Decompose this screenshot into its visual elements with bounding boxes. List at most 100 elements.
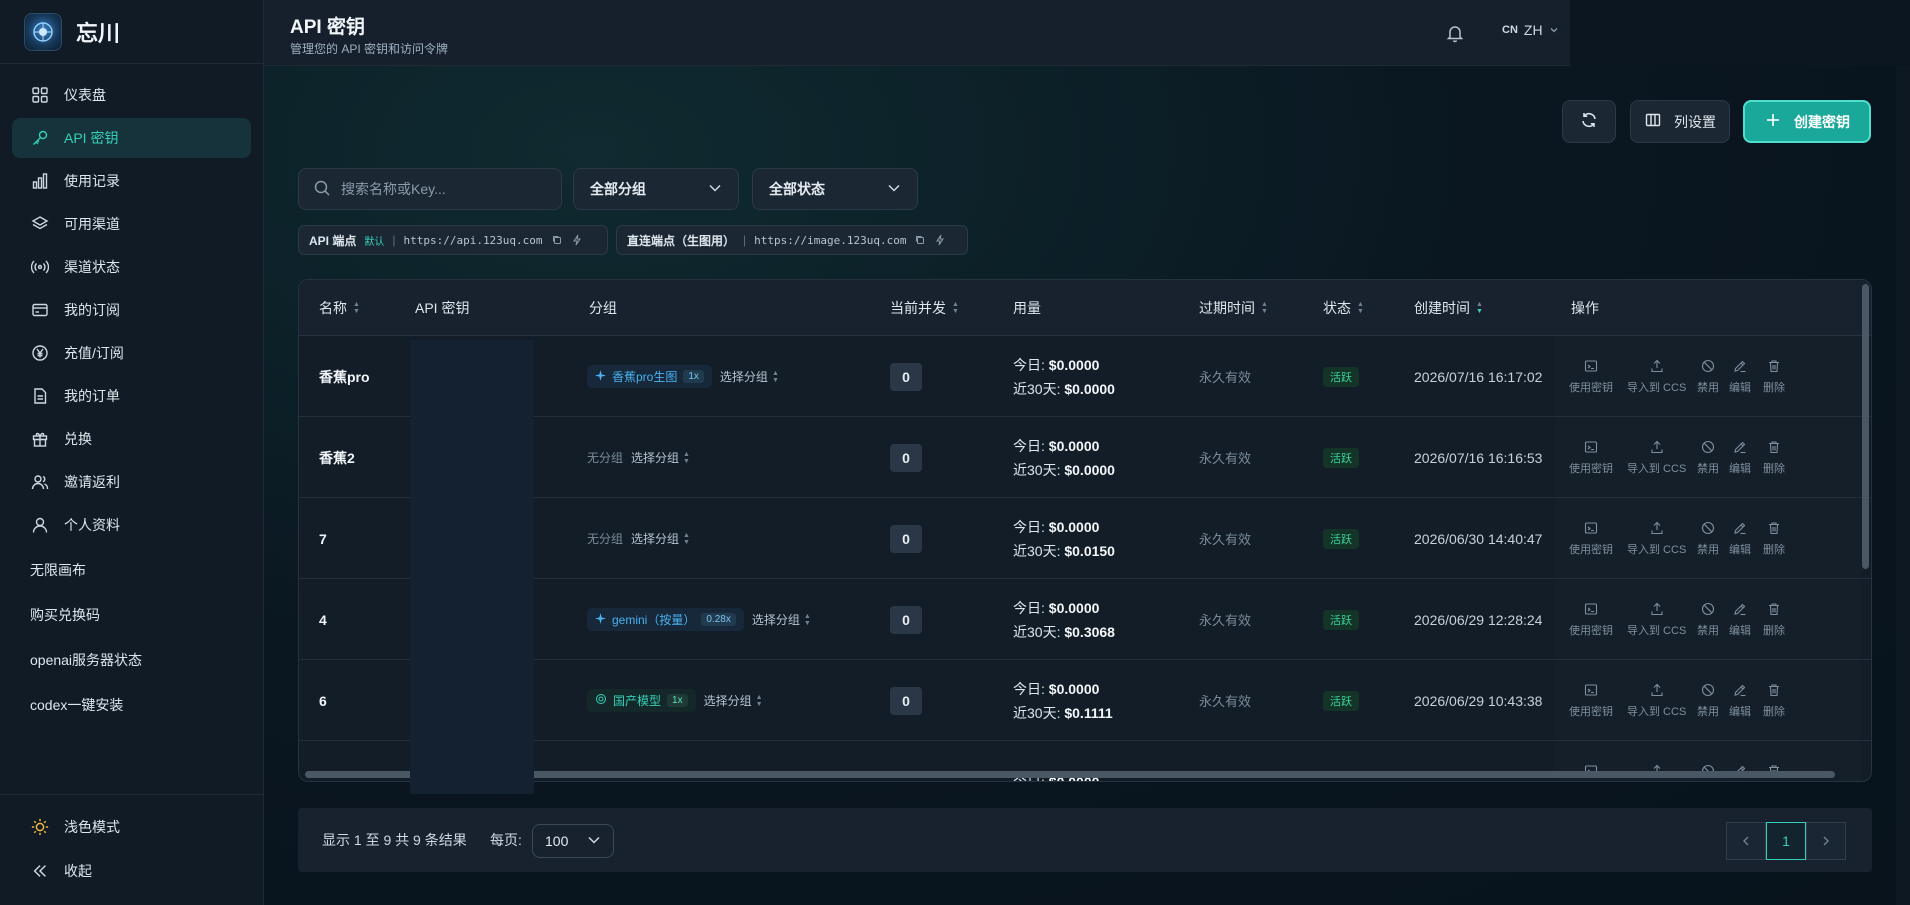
choose-group-button[interactable]: 选择分组 ▲ ▼ (752, 611, 811, 628)
sidebar-item-7[interactable]: 我的订单 (12, 376, 251, 416)
sidebar-item-10[interactable]: 个人资料 (12, 505, 251, 545)
delete-button[interactable]: 删除 (1763, 579, 1785, 660)
column-settings-button[interactable]: 列设置 (1630, 100, 1730, 143)
sidebar-item-9[interactable]: 邀请返利 (12, 462, 251, 502)
yen-icon (30, 343, 50, 363)
header-expires[interactable]: 过期时间 ▲ ▼ (1199, 280, 1268, 336)
use-key-button[interactable]: 使用密钥 (1569, 498, 1613, 579)
trash-icon (1767, 440, 1781, 457)
theme-toggle[interactable]: 浅色模式 (12, 807, 252, 847)
header-group-label: 分组 (589, 300, 617, 316)
edit-button[interactable]: 编辑 (1729, 336, 1751, 417)
bolt-icon[interactable] (934, 234, 946, 246)
sidebar-item-5[interactable]: 我的订阅 (12, 290, 251, 330)
header-concurrency[interactable]: 当前并发 ▲ ▼ (890, 280, 959, 336)
use-key-button[interactable]: 使用密钥 (1569, 579, 1613, 660)
key-group: 无分组 选择分组 ▲ ▼ (587, 417, 690, 498)
choose-group-button[interactable]: 选择分组 ▲ ▼ (720, 368, 779, 385)
status-filter-select[interactable]: 全部状态 (752, 168, 918, 210)
table-row: 香蕉2 无分组 选择分组 ▲ ▼ 0 今日: $0.0000 近30天: $0.00… (299, 417, 1871, 498)
sort-icon: ▲ ▼ (353, 301, 360, 315)
status-badge: 活跃 (1323, 609, 1359, 630)
header-actions: 操作 (1571, 280, 1599, 336)
choose-group-button[interactable]: 选择分组 ▲ ▼ (631, 449, 690, 466)
sidebar-link-0[interactable]: 无限画布 (12, 550, 251, 590)
import-ccs-button[interactable]: 导入到 CCS (1627, 417, 1686, 498)
delete-button[interactable]: 删除 (1763, 660, 1785, 741)
import-ccs-button[interactable]: 导入到 CCS (1627, 336, 1686, 417)
sidebar-item-3[interactable]: 可用渠道 (12, 204, 251, 244)
disable-button[interactable]: 禁用 (1697, 579, 1719, 660)
use-key-button[interactable]: 使用密钥 (1569, 417, 1613, 498)
chevron-right-icon (1823, 836, 1829, 846)
page-button-current[interactable]: 1 (1766, 822, 1806, 860)
sparkle-icon (595, 369, 606, 384)
header-usage: 用量 (1013, 280, 1041, 336)
header-name[interactable]: 名称 ▲ ▼ (319, 280, 360, 336)
disable-button[interactable]: 禁用 (1697, 336, 1719, 417)
use-key-button[interactable]: 使用密钥 (1569, 336, 1613, 417)
language-switcher[interactable]: CN ZH (1502, 22, 1559, 38)
concurrency-badge: 0 (890, 362, 922, 391)
edit-button[interactable]: 编辑 (1729, 660, 1751, 741)
copy-icon[interactable] (551, 234, 563, 246)
usage-30d: 近30天: $0.0150 (1013, 542, 1115, 559)
openai-icon (595, 693, 607, 708)
chevron-down-icon (1549, 22, 1559, 38)
prev-page-button[interactable] (1726, 822, 1766, 860)
disable-button[interactable]: 禁用 (1697, 498, 1719, 579)
key-group: 香蕉pro生图 1x 选择分组 ▲ ▼ (587, 336, 779, 417)
sidebar-item-1[interactable]: API 密钥 (12, 118, 251, 158)
import-ccs-button[interactable]: 导入到 CCS (1627, 660, 1686, 741)
vertical-scrollbar[interactable] (1862, 284, 1869, 569)
copy-icon[interactable] (914, 234, 926, 246)
delete-button[interactable]: 删除 (1763, 336, 1785, 417)
concurrency-badge: 0 (890, 686, 922, 715)
header-status[interactable]: 状态 ▲ ▼ (1323, 280, 1364, 336)
sidebar-item-2[interactable]: 使用记录 (12, 161, 251, 201)
sidebar: 忘川 仪表盘 API 密钥 使用记录 可用渠道 渠道状态 我的订阅 充值/订阅 我的订单 兑换邀… (0, 0, 264, 905)
sidebar-item-8[interactable]: 兑换 (12, 419, 251, 459)
group-filter-select[interactable]: 全部分组 (573, 168, 739, 210)
horizontal-scrollbar[interactable] (305, 771, 1835, 778)
sidebar-item-4[interactable]: 渠道状态 (12, 247, 251, 287)
import-ccs-button[interactable]: 导入到 CCS (1627, 579, 1686, 660)
edit-button[interactable]: 编辑 (1729, 579, 1751, 660)
disable-button[interactable]: 禁用 (1697, 660, 1719, 741)
ban-icon (1701, 521, 1715, 538)
header-created[interactable]: 创建时间 ▲ ▼ (1414, 280, 1483, 336)
refresh-button[interactable] (1562, 100, 1616, 143)
search-input[interactable]: 搜索名称或Key... (298, 168, 562, 210)
group-multiplier: 0.28x (701, 613, 736, 626)
import-ccs-button[interactable]: 导入到 CCS (1627, 498, 1686, 579)
bolt-icon[interactable] (571, 234, 583, 246)
edit-button[interactable]: 编辑 (1729, 498, 1751, 579)
delete-button[interactable]: 删除 (1763, 417, 1785, 498)
action-label: 导入到 CCS (1627, 624, 1687, 637)
key-name: 6 (319, 692, 327, 709)
collapse-button[interactable]: 收起 (12, 851, 252, 891)
sidebar-item-label: 我的订单 (64, 388, 120, 404)
header-key-label: API 密钥 (415, 300, 470, 316)
sidebar-item-0[interactable]: 仪表盘 (12, 75, 251, 115)
delete-button[interactable]: 删除 (1763, 498, 1785, 579)
sidebar-item-label: 兑换 (64, 431, 92, 447)
edit-button[interactable]: 编辑 (1729, 417, 1751, 498)
pencil-icon (1733, 440, 1747, 457)
sidebar-link-3[interactable]: codex一键安装 (12, 685, 251, 725)
next-page-button[interactable] (1806, 822, 1846, 860)
disable-button[interactable]: 禁用 (1697, 417, 1719, 498)
per-page-select[interactable]: 100 (532, 824, 614, 858)
terminal-icon (1584, 359, 1598, 376)
create-key-button[interactable]: 创建密钥 (1743, 100, 1871, 143)
bell-icon[interactable] (1444, 22, 1466, 44)
sidebar-item-6[interactable]: 充值/订阅 (12, 333, 251, 373)
use-key-button[interactable]: 使用密钥 (1569, 660, 1613, 741)
upload-icon (1650, 359, 1664, 376)
choose-group-button[interactable]: 选择分组 ▲ ▼ (704, 692, 763, 709)
table-row: 6 国产模型 1x 选择分组 ▲ ▼ 0 今日: $0.0000 近30天: $0.1… (299, 660, 1871, 741)
choose-group-button[interactable]: 选择分组 ▲ ▼ (631, 530, 690, 547)
sidebar-link-2[interactable]: openai服务器状态 (12, 640, 251, 680)
endpoint-url: https://api.123uq.com (403, 233, 543, 247)
sidebar-link-1[interactable]: 购买兑换码 (12, 595, 251, 635)
